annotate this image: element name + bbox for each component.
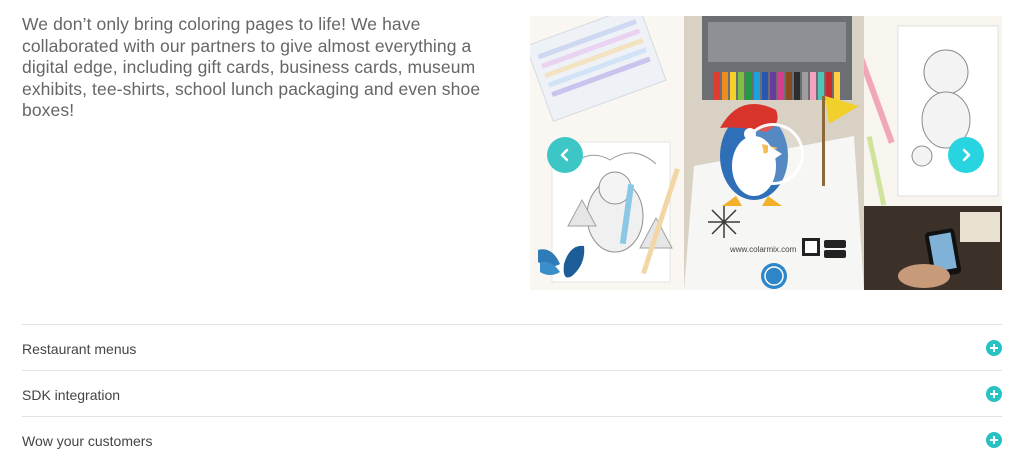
accordion-item-restaurant-menus[interactable]: Restaurant menus [22, 324, 1002, 370]
carousel-next-button[interactable] [948, 137, 984, 173]
plus-icon[interactable] [986, 431, 1002, 448]
website-text: www.colarmix.com [729, 245, 797, 254]
accordion-item-label: Restaurant menus [22, 340, 137, 357]
accordion-item-sdk-integration[interactable]: SDK integration [22, 370, 1002, 416]
plus-icon[interactable] [986, 385, 1002, 402]
intro-text: We don’t only bring coloring pages to li… [22, 14, 481, 120]
plus-icon[interactable] [986, 339, 1002, 356]
accordion-item-label: SDK integration [22, 386, 121, 403]
accordion-item-wow-your-customers[interactable]: Wow your customers [22, 416, 1002, 462]
image-carousel[interactable]: www.colarmix.com [530, 16, 1002, 290]
video-play-button[interactable] [742, 123, 804, 185]
carousel-prev-button[interactable] [547, 137, 583, 173]
accordion-item-label: Wow your customers [22, 432, 153, 449]
chevron-left-icon [560, 148, 569, 162]
feature-accordion: Restaurant menus SDK integration Wow you… [22, 324, 1002, 462]
chevron-right-icon [962, 148, 971, 162]
play-icon [768, 145, 782, 163]
